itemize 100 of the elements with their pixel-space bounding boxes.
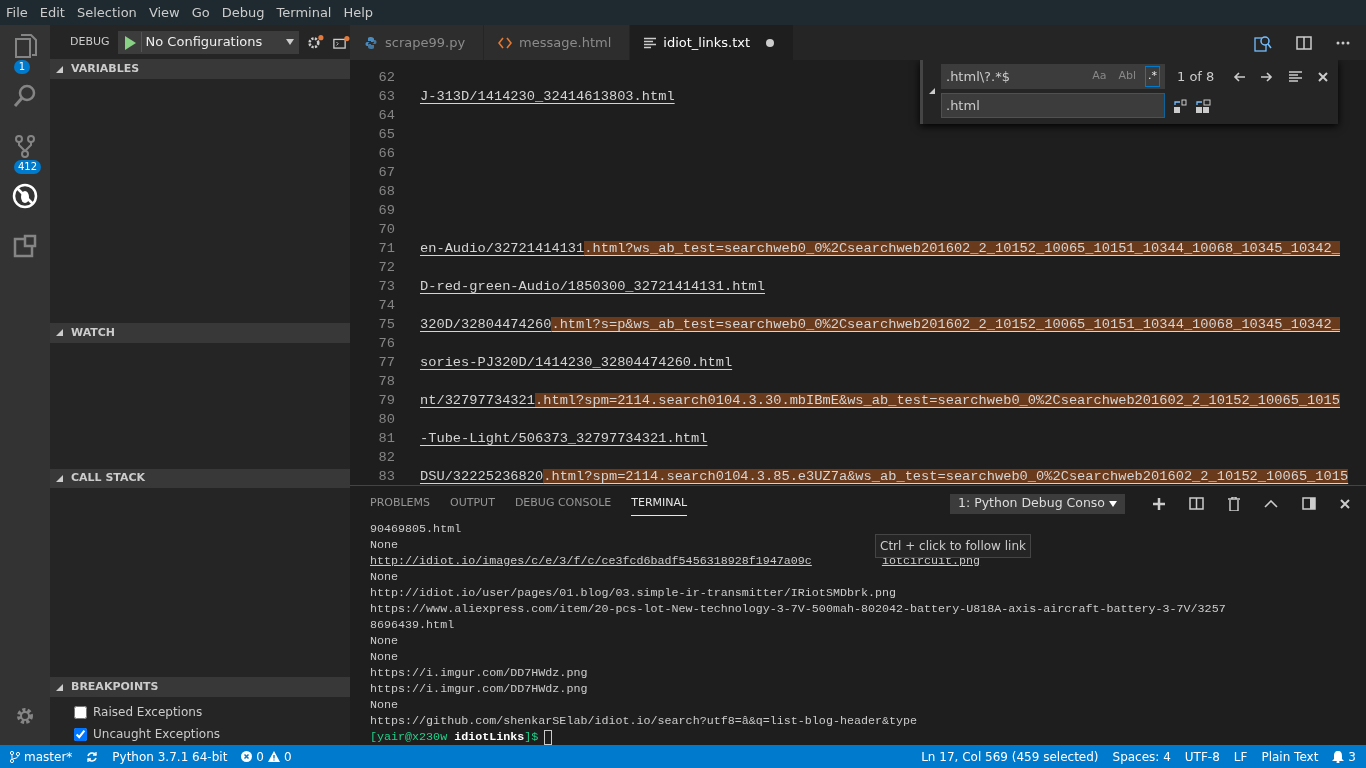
line-number: 66 — [377, 145, 395, 163]
terminal-line: https://i.imgur.com/DD7HWdz.png — [370, 665, 588, 681]
breakpoint-label: Uncaught Exceptions — [93, 726, 220, 743]
files-icon[interactable] — [12, 33, 38, 59]
count-badge: 1 — [14, 60, 30, 74]
close-icon[interactable] — [1340, 498, 1350, 509]
line-number: 81 — [377, 430, 395, 448]
section-header[interactable]: WATCH — [50, 323, 350, 343]
problems-item[interactable]: 0 0 — [241, 747, 292, 766]
editor-tab[interactable]: scrape99.py — [350, 25, 485, 60]
code-icon[interactable] — [498, 36, 513, 49]
plus-icon[interactable] — [1153, 497, 1165, 510]
search-icon[interactable] — [1254, 33, 1272, 52]
expand-icon[interactable] — [929, 88, 935, 94]
line-number: 73 — [377, 278, 395, 296]
menu-item[interactable]: Edit — [33, 0, 71, 25]
line-number: 76 — [377, 335, 395, 353]
expand-icon[interactable] — [56, 475, 63, 483]
terminal-line: None — [370, 569, 399, 585]
menu-item[interactable]: View — [142, 0, 186, 25]
line-number: 68 — [377, 183, 395, 201]
cursor-position[interactable]: Ln 17, Col 569 (459 selected) — [921, 747, 1099, 766]
warning-icon — [268, 751, 280, 762]
settings-icon[interactable] — [14, 705, 36, 727]
line-number: 65 — [377, 126, 395, 144]
terminal-line: https://www.aliexpress.com/item/20-pcs-lot-New-technology-3-7V-500mah-802042-battery-U818A-axis-aircraft-battery-3-7V/3257 — [370, 601, 1226, 617]
encoding-item[interactable]: UTF-8 — [1184, 747, 1220, 766]
panel-layout-icon[interactable] — [1302, 497, 1316, 510]
menu-item[interactable]: Terminal — [270, 0, 338, 25]
more-icon[interactable] — [1336, 40, 1350, 45]
play-icon[interactable] — [122, 34, 137, 51]
python-icon[interactable] — [364, 35, 378, 50]
debug-label: DEBUG — [70, 33, 110, 50]
find-field[interactable]: .html\?.*$ Aa Abl .* — [941, 64, 1165, 89]
editor-tab[interactable]: message.html — [484, 25, 631, 60]
line-number: 63 — [377, 88, 395, 106]
section-header[interactable]: CALL STACK — [50, 468, 350, 489]
expand-icon[interactable] — [56, 65, 63, 73]
search-icon[interactable] — [12, 83, 38, 109]
interpreter-item[interactable]: Python 3.7.1 64-bit — [112, 747, 228, 766]
menu-item[interactable]: File — [0, 0, 34, 25]
line-number: 74 — [377, 297, 395, 315]
code-line: 320D/32804474260.html?s=p&ws_ab_test=searchweb0_0%2Csearchweb201602_2_10152_10065_10151_10344_10068_10345_10342_ — [420, 316, 1340, 334]
terminal-line: http://idiot.io/images/c/e/3/f/c/ce3fcd6badf5456318928f1947a09c — [370, 553, 812, 569]
terminal-line: http://idiot.io/user/pages/01.blog/03.simple-ir-transmitter/IRiotSMDbrk.png — [370, 585, 897, 601]
terminal-line: None — [370, 537, 399, 553]
extensions-icon[interactable] — [12, 233, 38, 259]
sync-icon[interactable] — [86, 750, 99, 763]
lines-icon[interactable] — [644, 36, 657, 49]
replace-icon[interactable] — [1173, 98, 1187, 113]
caret-icon[interactable] — [1109, 500, 1117, 507]
menu-item[interactable]: Go — [185, 0, 216, 25]
terminal-line: 8696439.html — [370, 617, 455, 633]
breakpoint-label: Raised Exceptions — [93, 704, 203, 721]
expand-icon[interactable] — [56, 683, 63, 691]
checkbox[interactable] — [74, 705, 87, 719]
replace-all-icon[interactable] — [1195, 98, 1211, 113]
split-editor-icon[interactable] — [1296, 35, 1312, 50]
code-line: nt/32797734321.html?spm=2114.search0104.3.30.mbIBmE&ws_ab_test=searchweb0_0%2Csearchweb201602_2_10152_10065_1015 — [420, 392, 1340, 410]
notifications-item[interactable]: 3 — [1332, 747, 1356, 766]
menu-item[interactable]: Help — [337, 0, 380, 25]
section-header[interactable]: VARIABLES — [50, 59, 350, 80]
expand-icon[interactable] — [56, 329, 63, 337]
panel-tab[interactable]: PROBLEMS — [370, 490, 431, 517]
section-header[interactable]: BREAKPOINTS — [50, 677, 350, 697]
chevron-up-icon[interactable] — [1264, 499, 1278, 508]
menu-item[interactable]: Debug — [215, 0, 271, 25]
arrow-left-icon[interactable] — [1233, 71, 1245, 82]
terminal-line: None — [370, 697, 399, 713]
panel-tab[interactable]: TERMINAL — [631, 490, 688, 517]
line-number: 71 — [377, 240, 395, 258]
panel-tab[interactable]: DEBUG CONSOLE — [514, 490, 612, 517]
bell-icon — [1332, 750, 1345, 763]
trash-icon[interactable] — [1228, 496, 1240, 511]
branch-item[interactable]: master* — [10, 747, 73, 766]
split-terminal-icon[interactable] — [1189, 497, 1204, 510]
code-line: sories-PJ320D/1414230_32804474260.html — [420, 354, 733, 372]
terminal-line: None — [370, 649, 399, 665]
tooltip: Ctrl + click to follow link — [875, 534, 1031, 558]
line-number: 64 — [377, 107, 395, 125]
branch-icon[interactable] — [12, 133, 38, 159]
menu-item[interactable]: Selection — [70, 0, 143, 25]
terminal-prompt: [yair@x230w idiotLinks]$ — [370, 729, 539, 745]
caret-icon[interactable] — [286, 39, 295, 46]
editor-tab[interactable]: idiot_links.txt — [630, 25, 795, 60]
close-icon[interactable] — [1318, 71, 1328, 82]
line-ending-item[interactable]: LF — [1233, 747, 1248, 766]
code-line: DSU/32225236820.html?spm=2114.search0104.3.85.e3UZ7a&ws_ab_test=searchweb0_0%2Csearchweb201602_2_10152_10065_1015 — [420, 468, 1349, 485]
indentation-item[interactable]: Spaces: 4 — [1112, 747, 1171, 766]
regex-toggle[interactable]: .* — [1145, 66, 1160, 87]
arrow-right-icon[interactable] — [1261, 71, 1273, 82]
console-icon[interactable] — [332, 34, 350, 51]
terminal-dropdown[interactable]: 1: Python Debug Conso — [950, 493, 1125, 514]
checkbox[interactable] — [74, 727, 87, 741]
language-item[interactable]: Plain Text — [1261, 747, 1319, 766]
line-number: 80 — [377, 411, 395, 429]
panel-tab[interactable]: OUTPUT — [450, 490, 495, 517]
replace-field[interactable]: .html — [941, 93, 1165, 118]
count-badge: 412 — [14, 160, 42, 174]
selection-icon[interactable] — [1289, 71, 1302, 82]
